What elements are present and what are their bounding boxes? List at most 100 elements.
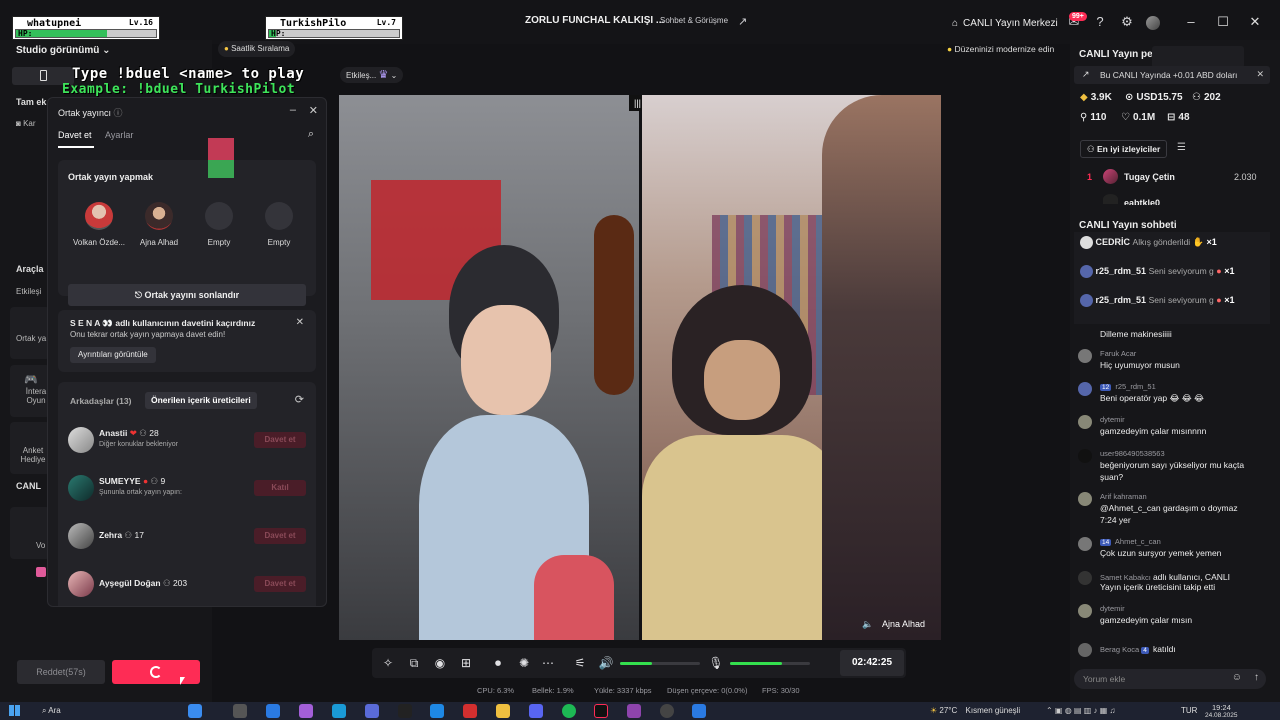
- studio-view-dropdown[interactable]: Studio görünümü ⌄: [16, 45, 111, 56]
- more-options-icon[interactable]: ⋯: [540, 655, 556, 671]
- copilot-icon[interactable]: [188, 704, 202, 718]
- reject-button[interactable]: Reddet(57s): [17, 660, 105, 684]
- info-icon[interactable]: ⓘ: [114, 108, 123, 118]
- settings-gear-icon[interactable]: ⚙: [1119, 14, 1135, 30]
- obs-icon[interactable]: [627, 704, 641, 718]
- refresh-icon[interactable]: ⟳: [295, 393, 304, 406]
- chat-user[interactable]: Berag Koca 4 katıldı: [1100, 644, 1176, 654]
- chat-user[interactable]: dytemir: [1100, 415, 1125, 424]
- minimize-icon[interactable]: –: [1182, 13, 1200, 31]
- chat-user[interactable]: 14 Ahmet_c_can: [1100, 537, 1161, 546]
- top-viewers-button[interactable]: ⚇ En iyi izleyiciler: [1080, 140, 1168, 158]
- invite-button[interactable]: Davet et: [254, 528, 306, 544]
- tab-invite[interactable]: Davet et: [58, 130, 92, 140]
- system-tray-icons[interactable]: ⌃ ▣ ◍ ▤ ▥ ♪ ▦ ♫: [1046, 706, 1115, 715]
- chat-user[interactable]: 12 r25_rdm_51: [1100, 382, 1156, 391]
- beauty-icon[interactable]: ✺: [516, 655, 532, 671]
- pixel-mascot-icon: [208, 138, 234, 178]
- send-icon[interactable]: ↑: [1254, 672, 1259, 683]
- earnings-close-icon[interactable]: ✕: [1256, 69, 1264, 80]
- accept-loading-button[interactable]: [112, 660, 200, 684]
- stream-category[interactable]: Sohbet & Görüşme: [660, 16, 728, 25]
- layout-icon[interactable]: ⧉: [406, 655, 422, 671]
- taskbar-search-label: Ara: [48, 706, 61, 715]
- interaction-chip[interactable]: Etkileş... ♛ ⌄: [340, 67, 404, 83]
- discord-icon[interactable]: [529, 704, 543, 718]
- cohost-slot[interactable]: Ajna Alhad: [130, 202, 188, 247]
- missed-invite-close-icon[interactable]: ✕: [296, 317, 304, 328]
- interactive-games-card[interactable]: 🎮 İntera Oyun: [10, 365, 50, 417]
- spotify-icon[interactable]: [562, 704, 576, 718]
- edge-icon[interactable]: [332, 704, 346, 718]
- hourly-ranking-chip[interactable]: ● Saatlik Sıralama: [218, 41, 296, 57]
- add-source-icon[interactable]: ⊞: [458, 655, 474, 671]
- live-earnings-heading: CANLI Yayın pe: [1079, 49, 1153, 60]
- windows-start-icon[interactable]: [9, 705, 20, 716]
- profile-avatar[interactable]: [1146, 16, 1160, 30]
- microphone-icon[interactable]: 🎙: [708, 655, 724, 671]
- volume-slider[interactable]: [620, 662, 700, 665]
- tab-friends[interactable]: Arkadaşlar (13): [70, 396, 131, 406]
- panel-minimize-icon[interactable]: –: [290, 104, 296, 116]
- friend-row: SUMEYYE ● ⚇ 9 Şununla ortak yayın yapın:…: [58, 472, 316, 508]
- store-icon[interactable]: [266, 704, 280, 718]
- invite-button[interactable]: Davet et: [254, 576, 306, 592]
- list-icon[interactable]: ☰: [1177, 142, 1186, 153]
- adjustments-icon[interactable]: ⚟: [572, 655, 588, 671]
- layout-tip[interactable]: ● Düzeninizi modernize edin: [947, 44, 1054, 54]
- terminal-icon[interactable]: [398, 704, 412, 718]
- clock-date[interactable]: 24.08.2025: [1205, 712, 1238, 719]
- game-icon[interactable]: [463, 704, 477, 718]
- share-icon[interactable]: ↗: [738, 17, 750, 28]
- camera-source-item[interactable]: ◙ Kar: [16, 119, 36, 128]
- task-view-icon[interactable]: [233, 704, 247, 718]
- taskbar-search[interactable]: ⌕ Ara: [42, 706, 61, 716]
- folder-icon[interactable]: [496, 704, 510, 718]
- crown-icon: ♛: [378, 69, 389, 81]
- chat-text: 7:24 yer: [1100, 515, 1131, 525]
- view-details-button[interactable]: Ayrıntıları görüntüle: [70, 347, 156, 363]
- voice-card[interactable]: Vo: [10, 507, 50, 559]
- chatgpt-icon[interactable]: [660, 704, 674, 718]
- close-window-icon[interactable]: ✕: [1246, 13, 1264, 31]
- panel-close-icon[interactable]: ✕: [309, 104, 318, 117]
- chat-user[interactable]: Faruk Acar: [1100, 349, 1136, 358]
- clock-time[interactable]: 19:24: [1212, 703, 1231, 712]
- record-icon[interactable]: ⏺: [490, 655, 506, 671]
- camera-settings-icon[interactable]: ◉: [432, 655, 448, 671]
- stream-title[interactable]: ZORLU FUNCHAL KALKIŞI ...: [525, 15, 664, 26]
- cohost-slot[interactable]: Empty: [190, 202, 248, 247]
- tab-suggested-creators[interactable]: Önerilen içerik üreticileri: [145, 392, 257, 409]
- live-center-button[interactable]: ⌂ CANLI Yayın Merkezi: [952, 14, 1058, 32]
- tiktok-icon[interactable]: [594, 704, 608, 718]
- volume-icon[interactable]: 🔊: [598, 655, 614, 671]
- emoji-icon[interactable]: ☺: [1232, 672, 1242, 683]
- end-cohost-button[interactable]: ⎋ Ortak yayını sonlandır: [68, 284, 306, 306]
- language-indicator[interactable]: TUR: [1181, 706, 1197, 715]
- weather-widget[interactable]: ☀ 27°C Kısmen güneşli: [930, 706, 1020, 715]
- mic-slider[interactable]: [730, 662, 810, 665]
- search-icon[interactable]: ⌕: [308, 128, 314, 141]
- chat-user[interactable]: Arif kahraman: [1100, 492, 1147, 501]
- gift-icon[interactable]: [36, 567, 46, 577]
- effects-icon[interactable]: ✧: [380, 655, 396, 671]
- poll-gift-card[interactable]: Anket Hediye: [10, 422, 50, 474]
- diamond-icon: ◆: [1080, 92, 1088, 103]
- chat-user[interactable]: dytemir: [1100, 604, 1125, 613]
- cohost-tool-card[interactable]: Ortak ya: [10, 307, 50, 359]
- maximize-icon[interactable]: ☐: [1214, 13, 1232, 31]
- help-icon[interactable]: ?: [1092, 14, 1108, 30]
- vscode-icon[interactable]: [692, 704, 706, 718]
- chat-user[interactable]: Samet Kabakcı adlı kullanıcı, CANLI: [1100, 572, 1230, 582]
- cohost-slot[interactable]: Volkan Özde...: [70, 202, 128, 247]
- chat-user[interactable]: user986490538563: [1100, 449, 1165, 458]
- join-button[interactable]: Katıl: [254, 480, 306, 496]
- avatar: [1103, 169, 1118, 184]
- comment-input[interactable]: Yorum ekle ☺ ↑: [1074, 669, 1266, 689]
- invite-button[interactable]: Davet et: [254, 432, 306, 448]
- browser-icon[interactable]: [430, 704, 444, 718]
- cohost-slot[interactable]: Empty: [250, 202, 308, 247]
- photos-icon[interactable]: [299, 704, 313, 718]
- app-icon[interactable]: [365, 704, 379, 718]
- tab-settings[interactable]: Ayarlar: [105, 130, 133, 140]
